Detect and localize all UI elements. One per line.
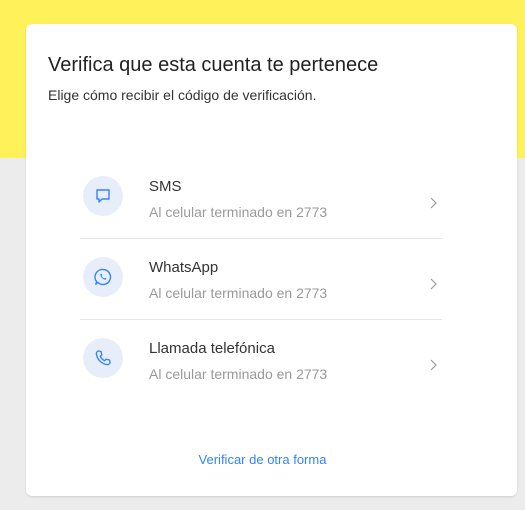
option-detail: Al celular terminado en 2773 [149, 366, 328, 382]
chevron-right-icon [430, 359, 437, 371]
option-title: SMS [149, 178, 182, 195]
chevron-right-icon [430, 278, 437, 290]
verification-options-list: SMS Al celular terminado en 2773 WhatsAp… [80, 158, 442, 400]
option-detail: Al celular terminado en 2773 [149, 285, 328, 301]
option-title: WhatsApp [149, 259, 219, 276]
whatsapp-icon [83, 257, 123, 297]
verify-other-way-link[interactable]: Verificar de otra forma [0, 452, 525, 467]
sms-icon [83, 176, 123, 216]
option-phone-call[interactable]: Llamada telefónica Al celular terminado … [80, 320, 442, 400]
chevron-right-icon [430, 197, 437, 209]
page-title: Verifica que esta cuenta te pertenece [48, 54, 379, 76]
phone-icon [83, 338, 123, 378]
option-detail: Al celular terminado en 2773 [149, 204, 328, 220]
option-sms[interactable]: SMS Al celular terminado en 2773 [80, 158, 442, 239]
option-whatsapp[interactable]: WhatsApp Al celular terminado en 2773 [80, 239, 442, 320]
option-title: Llamada telefónica [149, 340, 275, 357]
page-subtitle: Elige cómo recibir el código de verifica… [48, 87, 317, 103]
